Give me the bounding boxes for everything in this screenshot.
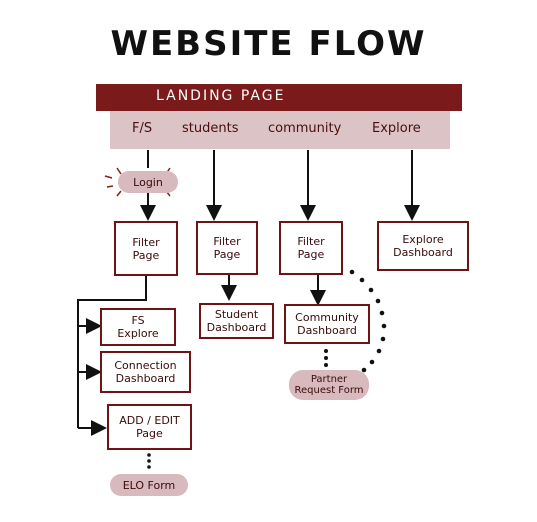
login-node: Login	[118, 171, 178, 193]
elo-form-node: ELO Form	[110, 474, 188, 496]
connection-dashboard-node: Connection Dashboard	[100, 351, 191, 393]
filter-page-fs: Filter Page	[114, 221, 178, 276]
partner-request-form-node: Partner Request Form	[289, 370, 369, 400]
filter-page-students: Filter Page	[196, 221, 258, 275]
add-edit-page-node: ADD / EDIT Page	[107, 404, 192, 450]
website-flow-diagram: WEBSITE FLOW LANDING PAGE F/S students c…	[0, 0, 537, 522]
student-dashboard-node: Student Dashboard	[199, 303, 274, 339]
fs-explore-node: FS Explore	[100, 308, 176, 346]
filter-page-community: Filter Page	[279, 221, 343, 275]
community-dashboard-node: Community Dashboard	[284, 304, 370, 344]
explore-dashboard-node: Explore Dashboard	[377, 221, 469, 271]
